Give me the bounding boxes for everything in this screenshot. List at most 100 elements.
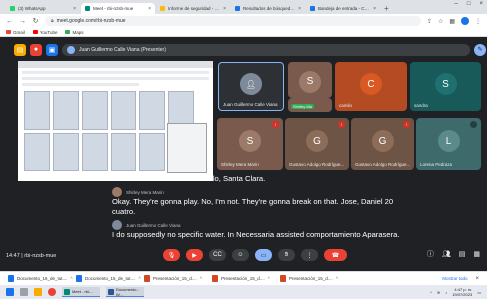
browser-tab-active[interactable]: Meet - rbi-nzsb-mue × (81, 3, 155, 14)
participant-name: Shirley Ma (291, 104, 314, 109)
download-item[interactable]: Presentación_15_d.... ^ (280, 275, 340, 282)
participant-tile[interactable]: S (288, 62, 332, 98)
camera-off-button[interactable]: ▶ (186, 249, 203, 261)
edit-icon[interactable]: ✎ (474, 43, 486, 56)
tray-chevron-icon[interactable]: ^ (430, 290, 432, 295)
record-icon[interactable]: ● (30, 43, 42, 56)
close-window-icon[interactable]: × (479, 1, 483, 7)
layout-icon[interactable]: ▤ (14, 43, 26, 56)
chevron-up-icon[interactable]: ^ (336, 276, 338, 281)
menu-icon[interactable]: ⋮ (475, 18, 481, 25)
shared-card (110, 91, 137, 130)
bookmarks-bar: Gmail YouTube Maps (0, 28, 487, 37)
close-icon[interactable]: × (223, 6, 226, 12)
speaker-name: Shirley Mera Marin (126, 189, 164, 195)
people-icon[interactable]: 👥︎ (442, 250, 451, 258)
close-icon[interactable]: × (373, 6, 376, 12)
captions-button[interactable]: CC (209, 249, 226, 261)
activities-icon[interactable]: ▦ (473, 250, 480, 258)
download-item[interactable]: Documento_16_de_tut.... ^ (8, 275, 73, 282)
raise-hand-button[interactable]: ✋︎ (278, 249, 295, 261)
close-icon[interactable]: × (148, 6, 151, 12)
tab-title: Informe de seguridad - contratación (168, 6, 220, 11)
ppt-file-icon (212, 275, 218, 282)
download-item[interactable]: Documento_15_de_tut.... ^ (76, 275, 141, 282)
mic-off-button[interactable]: 🎙︎ (163, 249, 180, 261)
share-icon[interactable]: ⇪ (427, 18, 432, 25)
avatar: L (437, 130, 460, 153)
shared-screen-ribbon (22, 71, 209, 74)
new-tab-icon[interactable]: + (384, 4, 389, 13)
participant-name: sandra (414, 103, 428, 108)
start-icon[interactable] (6, 288, 14, 296)
close-icon[interactable]: × (475, 276, 479, 282)
info-icon[interactable]: ⓘ (427, 249, 434, 259)
reactions-button[interactable]: ☺ (232, 249, 249, 261)
notifications-icon[interactable]: ▭ (477, 290, 481, 295)
bookmark-maps[interactable]: Maps (65, 30, 83, 35)
browser-tab[interactable]: Informe de seguridad - contratación × (156, 3, 230, 14)
participant-tile[interactable]: ! G Gustavo Adolgo Rodrígue... (351, 118, 414, 170)
browser-tab[interactable]: Bandeja de entrada - Correo × (306, 3, 380, 14)
close-icon[interactable]: × (298, 6, 301, 12)
close-icon[interactable]: × (73, 6, 76, 12)
participant-name: Gustavo Adolgo Rodrígue... (289, 162, 345, 167)
chevron-up-icon[interactable]: ^ (268, 276, 270, 281)
leave-call-button[interactable]: ☎ (324, 249, 347, 261)
participant-tile[interactable]: ! S Shirley Mera Marin (217, 118, 283, 170)
participant-tile[interactable]: S sandra (410, 62, 481, 111)
download-item[interactable]: Presentación_15_d.... ^ (212, 275, 272, 282)
browser-tab[interactable]: Resultados de búsqueda - Docu × (231, 3, 305, 14)
profile-avatar[interactable] (461, 17, 469, 25)
participant-tile[interactable]: C camilo (335, 62, 407, 111)
chevron-up-icon[interactable]: ^ (71, 276, 73, 281)
file-explorer-icon[interactable] (34, 288, 42, 296)
meet-icon (85, 6, 90, 11)
minimize-icon[interactable]: – (455, 1, 458, 7)
participant-tile[interactable]: Shirley Ma (288, 98, 332, 112)
doc-icon (160, 6, 165, 11)
chat-icon[interactable]: ▤ (459, 250, 466, 258)
caption-text: Okay. They're gonna play. No, I'm not. T… (112, 197, 394, 216)
tab-title: Meet - rbi-nzsb-mue (93, 6, 134, 11)
participant-tile[interactable]: L Lorena Pedraza (416, 118, 481, 170)
avatar: 👤︎ (240, 73, 262, 96)
url-bar[interactable]: 🔒︎ meet.google.com/rbi-nzsb-mue (45, 16, 421, 26)
present-button[interactable]: ▭ (255, 249, 272, 261)
bookmark-gmail[interactable]: Gmail (6, 30, 25, 35)
avatar (112, 187, 122, 197)
wifi-icon[interactable]: ≋ (437, 290, 440, 295)
caption-text: secure recommend ideas. Hello, Santa Cla… (112, 174, 266, 183)
more-options-button[interactable]: ⋮ (301, 249, 318, 261)
presentation-bar: ▤ ● ▣ Juan Guillermo Calle Viana (Presen… (14, 41, 486, 58)
show-all-link[interactable]: Mostrar todo (442, 276, 467, 281)
reload-icon[interactable]: ↻ (32, 17, 39, 25)
volume-icon[interactable]: ♪ (445, 290, 447, 295)
presenter-chip: Juan Guillermo Calle Viana (Presenter) (62, 43, 470, 56)
mic-icon (470, 121, 477, 128)
chevron-up-icon[interactable]: ^ (200, 276, 202, 281)
star-icon[interactable]: ☆ (438, 18, 443, 25)
bookmark-youtube[interactable]: YouTube (32, 30, 57, 35)
clock[interactable]: 4:47 p. m. 19/07/2023 (452, 287, 472, 297)
call-control-buttons: 🎙︎ ▶ CC ☺ ▭ ✋︎ ⋮ ☎ (163, 249, 347, 261)
participant-tile[interactable]: 👤︎ Juan Guillermo Calle Viana (218, 62, 284, 111)
present-icon: ▭ (260, 252, 267, 259)
download-item[interactable]: Presentación_15_d.... ^ (144, 275, 204, 282)
taskbar-app-meet[interactable]: Meet - rbi-... (62, 287, 100, 297)
chrome-icon[interactable] (48, 288, 56, 296)
extensions-icon[interactable]: ▦ (449, 18, 455, 25)
bookmark-label: Maps (72, 29, 84, 35)
forward-icon[interactable]: → (19, 18, 26, 25)
taskbar-app-word[interactable]: Documento - W... (106, 287, 144, 297)
mail-icon (310, 6, 315, 11)
back-icon[interactable]: ← (6, 18, 13, 25)
browser-tab[interactable]: (3) WhatsApp × (6, 3, 80, 14)
participant-name: camilo (339, 103, 353, 108)
participant-tile[interactable]: ! G Gustavo Adolgo Rodrígue... (285, 118, 349, 170)
pin-icon[interactable]: ▣ (46, 43, 58, 56)
search-icon[interactable] (20, 288, 28, 296)
clock-date: 19/07/2023 (452, 292, 473, 297)
maximize-icon[interactable]: □ (467, 1, 471, 7)
chevron-up-icon[interactable]: ^ (139, 276, 141, 281)
